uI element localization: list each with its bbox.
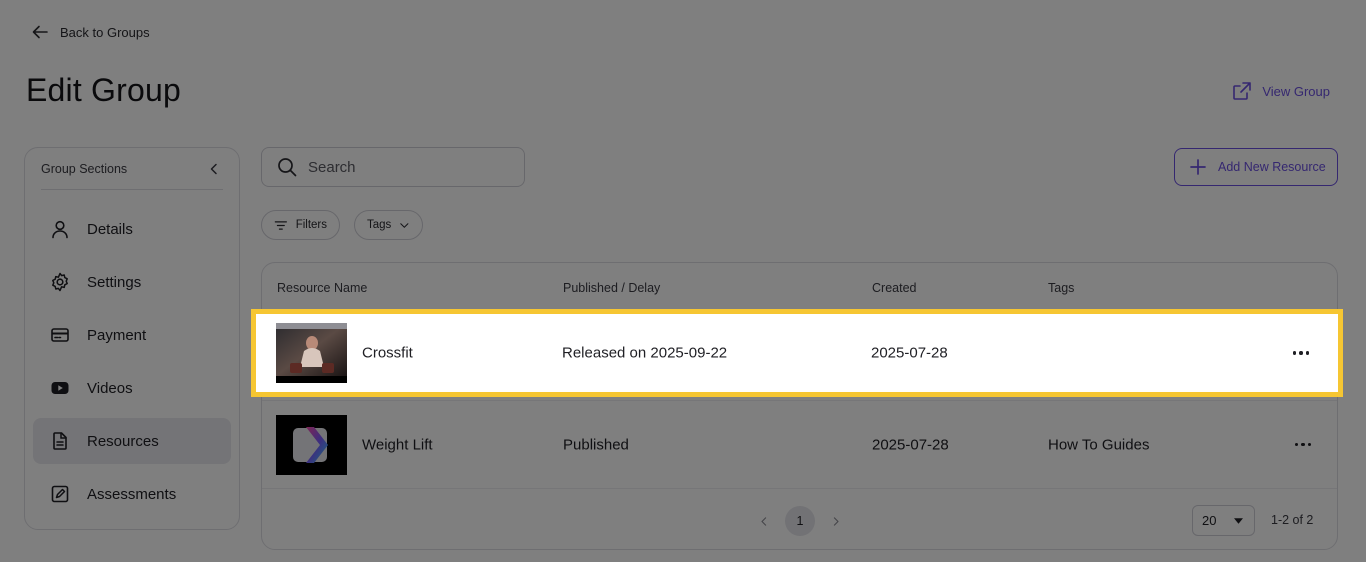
- column-header-created[interactable]: Created: [872, 281, 916, 295]
- sidebar-item-assessments[interactable]: Assessments: [33, 471, 231, 517]
- resource-status: Published: [563, 436, 629, 453]
- tags-label: Tags: [367, 219, 392, 231]
- previous-page-button[interactable]: [756, 512, 772, 530]
- group-sections-sidebar: Group Sections Details Settings Payment …: [24, 147, 240, 530]
- more-dots-icon: [1292, 351, 1297, 355]
- resource-created: 2025-07-28: [872, 436, 949, 453]
- sidebar-item-resources[interactable]: Resources: [33, 418, 231, 464]
- page-number-current[interactable]: 1: [785, 506, 815, 536]
- column-header-published-delay[interactable]: Published / Delay: [563, 281, 660, 295]
- back-link-label: Back to Groups: [60, 24, 150, 40]
- row-actions-button[interactable]: [1289, 343, 1313, 363]
- collapse-sidebar-button[interactable]: [205, 160, 223, 178]
- filter-icon: [274, 220, 287, 230]
- sidebar-title: Group Sections: [41, 161, 128, 176]
- sidebar-item-details[interactable]: Details: [33, 206, 231, 252]
- search-box[interactable]: [261, 147, 525, 187]
- back-to-groups-link[interactable]: Back to Groups: [30, 22, 150, 42]
- filters-button[interactable]: Filters: [261, 210, 340, 240]
- sidebar-item-label: Resources: [87, 432, 159, 450]
- document-icon: [53, 432, 67, 450]
- resource-tags: How To Guides: [1048, 436, 1150, 453]
- sidebar-item-label: Assessments: [87, 485, 177, 503]
- gear-icon: [52, 272, 68, 292]
- edit-group-page: Back to Groups Edit Group View Group Gro…: [0, 0, 1366, 562]
- view-group-link[interactable]: View Group: [1231, 80, 1330, 102]
- chevron-left-icon: [761, 516, 767, 526]
- chevron-down-icon: [400, 222, 409, 228]
- sidebar-item-settings[interactable]: Settings: [33, 259, 231, 305]
- page-size-value: 20: [1202, 513, 1217, 528]
- sidebar-header: Group Sections: [41, 148, 223, 190]
- resource-name[interactable]: Weight Lift: [362, 436, 433, 453]
- external-link-icon: [1233, 82, 1252, 100]
- next-page-button[interactable]: [828, 512, 844, 530]
- chevron-right-icon: [833, 516, 839, 526]
- resource-thumbnail: [276, 323, 347, 383]
- resources-table: Resource Name Published / Delay Created …: [261, 262, 1338, 550]
- sidebar-nav: Details Settings Payment Videos Resource…: [33, 206, 231, 524]
- more-dots-icon: [1294, 442, 1299, 447]
- sidebar-item-payment[interactable]: Payment: [33, 312, 231, 358]
- user-icon: [52, 220, 68, 239]
- filters-label: Filters: [295, 219, 327, 231]
- sidebar-item-label: Settings: [87, 273, 142, 291]
- view-group-label: View Group: [1262, 83, 1330, 99]
- add-new-resource-label: Add New Resource: [1218, 160, 1326, 174]
- chevron-left-icon: [210, 163, 217, 174]
- sidebar-item-videos[interactable]: Videos: [33, 365, 231, 411]
- table-row[interactable]: Weight Lift Published 2025-07-28 How To …: [262, 400, 1337, 489]
- pagination: 1 20 1-2 of 2: [262, 503, 1337, 539]
- highlighted-table-row[interactable]: Crossfit Released on 2025-09-22 2025-07-…: [251, 309, 1343, 397]
- caret-down-icon: [1234, 517, 1243, 524]
- sidebar-item-label: Payment: [87, 326, 147, 344]
- resource-gym-photo: [276, 323, 347, 376]
- youtube-icon: [51, 382, 69, 394]
- sidebar-item-label: Details: [87, 220, 133, 238]
- resource-thumbnail: [276, 414, 347, 475]
- arrow-left-icon: [32, 25, 48, 39]
- resource-created: 2025-07-28: [871, 344, 948, 362]
- search-icon: [278, 158, 297, 177]
- search-input[interactable]: [308, 158, 508, 176]
- resource-name[interactable]: Crossfit: [362, 345, 413, 362]
- sidebar-item-label: Videos: [87, 379, 133, 397]
- tags-dropdown[interactable]: Tags: [354, 210, 423, 240]
- add-new-resource-button[interactable]: Add New Resource: [1174, 148, 1338, 186]
- plus-icon: [1190, 159, 1206, 175]
- resource-status: Released on 2025-09-22: [562, 344, 728, 362]
- page-size-select[interactable]: 20: [1192, 505, 1255, 536]
- pagination-range: 1-2 of 2: [1271, 513, 1314, 527]
- page-title: Edit Group: [26, 72, 181, 108]
- resource-logo-image: [276, 414, 347, 475]
- credit-card-icon: [51, 328, 69, 342]
- column-header-resource-name[interactable]: Resource Name: [277, 281, 367, 295]
- row-actions-button[interactable]: [1291, 435, 1315, 455]
- column-header-tags[interactable]: Tags: [1048, 281, 1074, 295]
- edit-box-icon: [51, 485, 69, 503]
